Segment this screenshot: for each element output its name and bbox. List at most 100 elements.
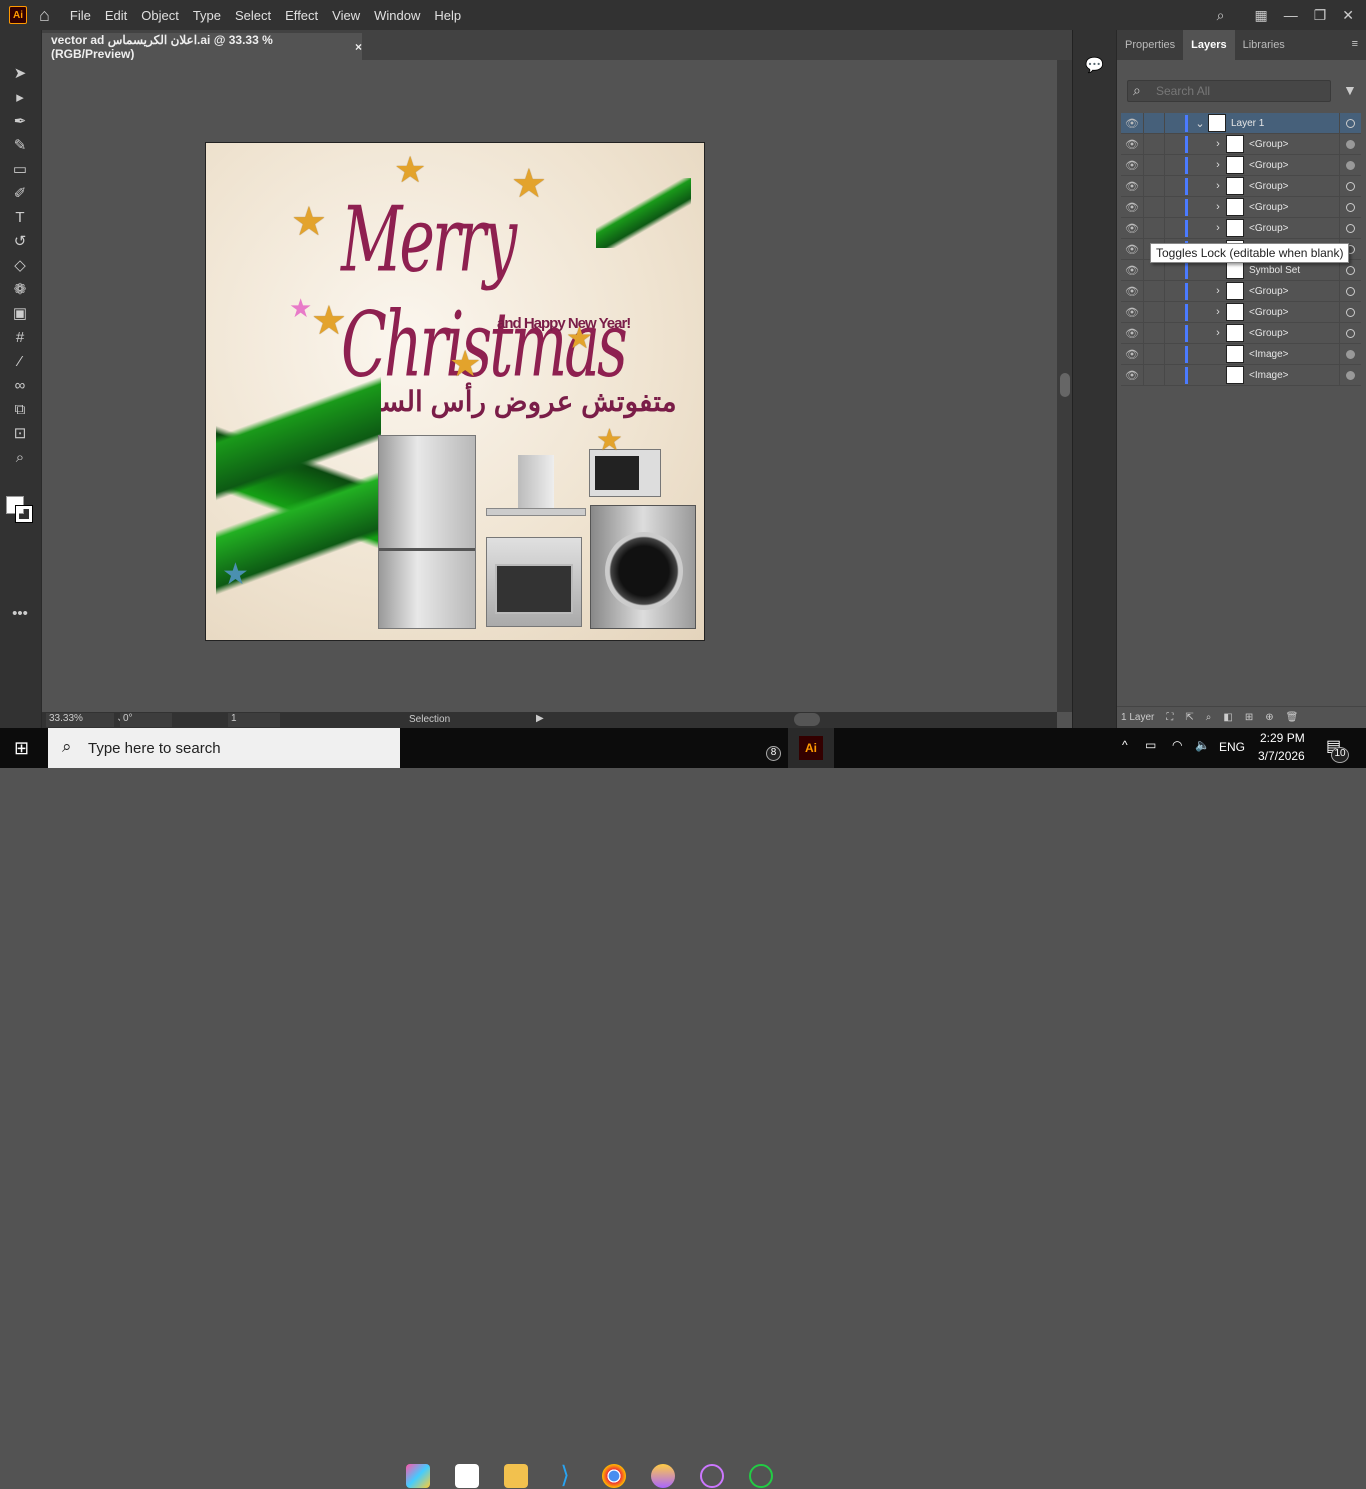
visibility-eye-icon[interactable]: 👁 [1121,306,1143,319]
direct-selection-tool-icon[interactable]: ▸ [10,88,30,108]
export-icon[interactable]: ⇱ [1185,712,1193,723]
target-toggle[interactable] [1339,280,1361,302]
menu-type[interactable]: Type [193,8,221,23]
lock-toggle[interactable] [1143,154,1165,176]
chevron-right-icon[interactable]: › [1210,180,1226,192]
visibility-eye-icon[interactable]: 👁 [1121,222,1143,235]
visibility-eye-icon[interactable]: 👁 [1121,327,1143,340]
menu-view[interactable]: View [332,8,360,23]
lock-toggle[interactable] [1143,133,1165,155]
layer-row[interactable]: 👁 › <Group> [1121,175,1361,197]
status-menu-arrow[interactable]: ▶ [536,713,544,724]
target-toggle[interactable] [1339,301,1361,323]
curvature-tool-icon[interactable]: ✎ [10,136,30,156]
layer-row[interactable]: 👁 › <Group> [1121,217,1361,239]
layer-row[interactable]: 👁 › <Group> [1121,133,1361,155]
media-player-icon[interactable] [700,1464,724,1488]
layer-name[interactable]: <Group> [1249,286,1288,297]
layer-name[interactable]: Symbol Set [1249,265,1300,276]
new-sublayer-icon[interactable]: ⊞ [1245,712,1253,723]
layers-search-input[interactable]: Search All [1127,80,1331,102]
mesh-tool-icon[interactable]: # [10,328,30,348]
layer-name[interactable]: <Image> [1249,370,1288,381]
tab-properties[interactable]: Properties [1117,30,1183,60]
delete-layer-icon[interactable]: 🗑 [1286,712,1299,723]
target-toggle[interactable] [1339,112,1361,134]
layer-row[interactable]: 👁 Symbol Set [1121,259,1361,281]
wifi-icon[interactable]: ◠ [1172,738,1182,752]
visibility-eye-icon[interactable]: 👁 [1121,243,1143,256]
chevron-right-icon[interactable]: › [1210,201,1226,213]
lock-toggle[interactable] [1143,364,1165,386]
layer-row[interactable]: 👁 <Image> [1121,343,1361,365]
layer-row[interactable]: 👁 <Image> [1121,364,1361,386]
lock-toggle[interactable] [1143,217,1165,239]
chevron-right-icon[interactable]: › [1210,285,1226,297]
visibility-eye-icon[interactable]: 👁 [1121,264,1143,277]
target-toggle[interactable] [1339,364,1361,386]
artboard-number-field[interactable]: 1 [228,713,280,727]
battery-icon[interactable]: ▭ [1145,738,1156,752]
type-tool-icon[interactable]: T [10,208,30,228]
copilot-icon[interactable] [406,1464,430,1488]
close-button[interactable]: ✕ [1342,7,1354,24]
new-layer-icon[interactable]: ⊕ [1265,712,1273,723]
selection-tool-icon[interactable]: ➤ [10,64,30,84]
chevron-right-icon[interactable]: › [1210,327,1226,339]
layer-name[interactable]: <Group> [1249,181,1288,192]
eyedropper-tool-icon[interactable]: ⁄ [10,352,30,372]
chevron-down-icon[interactable]: ⌄ [1192,117,1208,130]
menu-window[interactable]: Window [374,8,420,23]
layer-name[interactable]: <Image> [1249,349,1288,360]
more-tools-icon[interactable]: ••• [10,604,30,624]
tab-libraries[interactable]: Libraries [1235,30,1293,60]
blend-tool-icon[interactable]: ∞ [10,376,30,396]
lock-toggle[interactable] [1143,301,1165,323]
menu-file[interactable]: File [70,8,91,23]
menu-effect[interactable]: Effect [285,8,318,23]
chevron-right-icon[interactable]: › [1210,222,1226,234]
symbol-sprayer-tool-icon[interactable]: ⧉ [10,400,30,420]
scrollbar-thumb[interactable] [1060,373,1070,397]
document-tab[interactable]: vector ad اعلان الكريسماس.ai @ 33.33 % (… [42,33,362,61]
target-toggle[interactable] [1339,154,1361,176]
visibility-eye-icon[interactable]: 👁 [1121,369,1143,382]
close-tab-icon[interactable]: × [355,40,362,54]
visibility-eye-icon[interactable]: 👁 [1121,348,1143,361]
file-explorer-icon[interactable] [504,1464,528,1488]
minimize-button[interactable]: — [1284,7,1298,23]
collect-for-export-icon[interactable]: ⛶ [1166,712,1173,723]
lock-toggle[interactable] [1143,280,1165,302]
visibility-eye-icon[interactable]: 👁 [1121,138,1143,151]
target-toggle[interactable] [1339,343,1361,365]
panel-menu-icon[interactable]: ≡ [1344,30,1366,60]
search-icon[interactable]: ⌕ [1217,7,1225,24]
rectangle-tool-icon[interactable]: ▭ [10,160,30,180]
zoom-tool-icon[interactable]: ⌕ [10,448,30,468]
taskbar-search-box[interactable]: ⌕ Type here to search [48,728,400,768]
chrome-icon[interactable] [602,1464,626,1488]
microsoft-store-icon[interactable] [455,1464,479,1488]
lock-toggle[interactable] [1143,175,1165,197]
eraser-tool-icon[interactable]: ◇ [10,256,30,276]
home-icon[interactable]: ⌂ [39,5,50,26]
target-toggle[interactable] [1339,322,1361,344]
chevron-right-icon[interactable]: › [1210,138,1226,150]
artboard-tool-icon[interactable]: ⊡ [10,424,30,444]
workspace-icon[interactable]: ▦ [1254,7,1267,24]
chevron-right-icon[interactable]: › [1210,159,1226,171]
horizontal-scroll-thumb[interactable] [794,713,820,726]
target-toggle[interactable] [1339,175,1361,197]
language-indicator[interactable]: ENG [1219,740,1245,754]
clock-date[interactable]: 3/7/2026 [1258,749,1305,763]
lock-toggle[interactable] [1143,196,1165,218]
windows-start-icon[interactable]: ⊞ [14,738,29,759]
illustrator-taskbar-button[interactable]: Ai [788,728,834,768]
warp-tool-icon[interactable]: ❁ [10,280,30,300]
comments-icon[interactable]: 💬 [1085,56,1104,74]
layer-row[interactable]: 👁 › <Group> [1121,280,1361,302]
vscode-icon[interactable]: ⟩ [553,1464,577,1488]
layer-row[interactable]: 👁 › <Group> [1121,154,1361,176]
pen-tool-icon[interactable]: ✒ [10,112,30,132]
visibility-eye-icon[interactable]: 👁 [1121,159,1143,172]
